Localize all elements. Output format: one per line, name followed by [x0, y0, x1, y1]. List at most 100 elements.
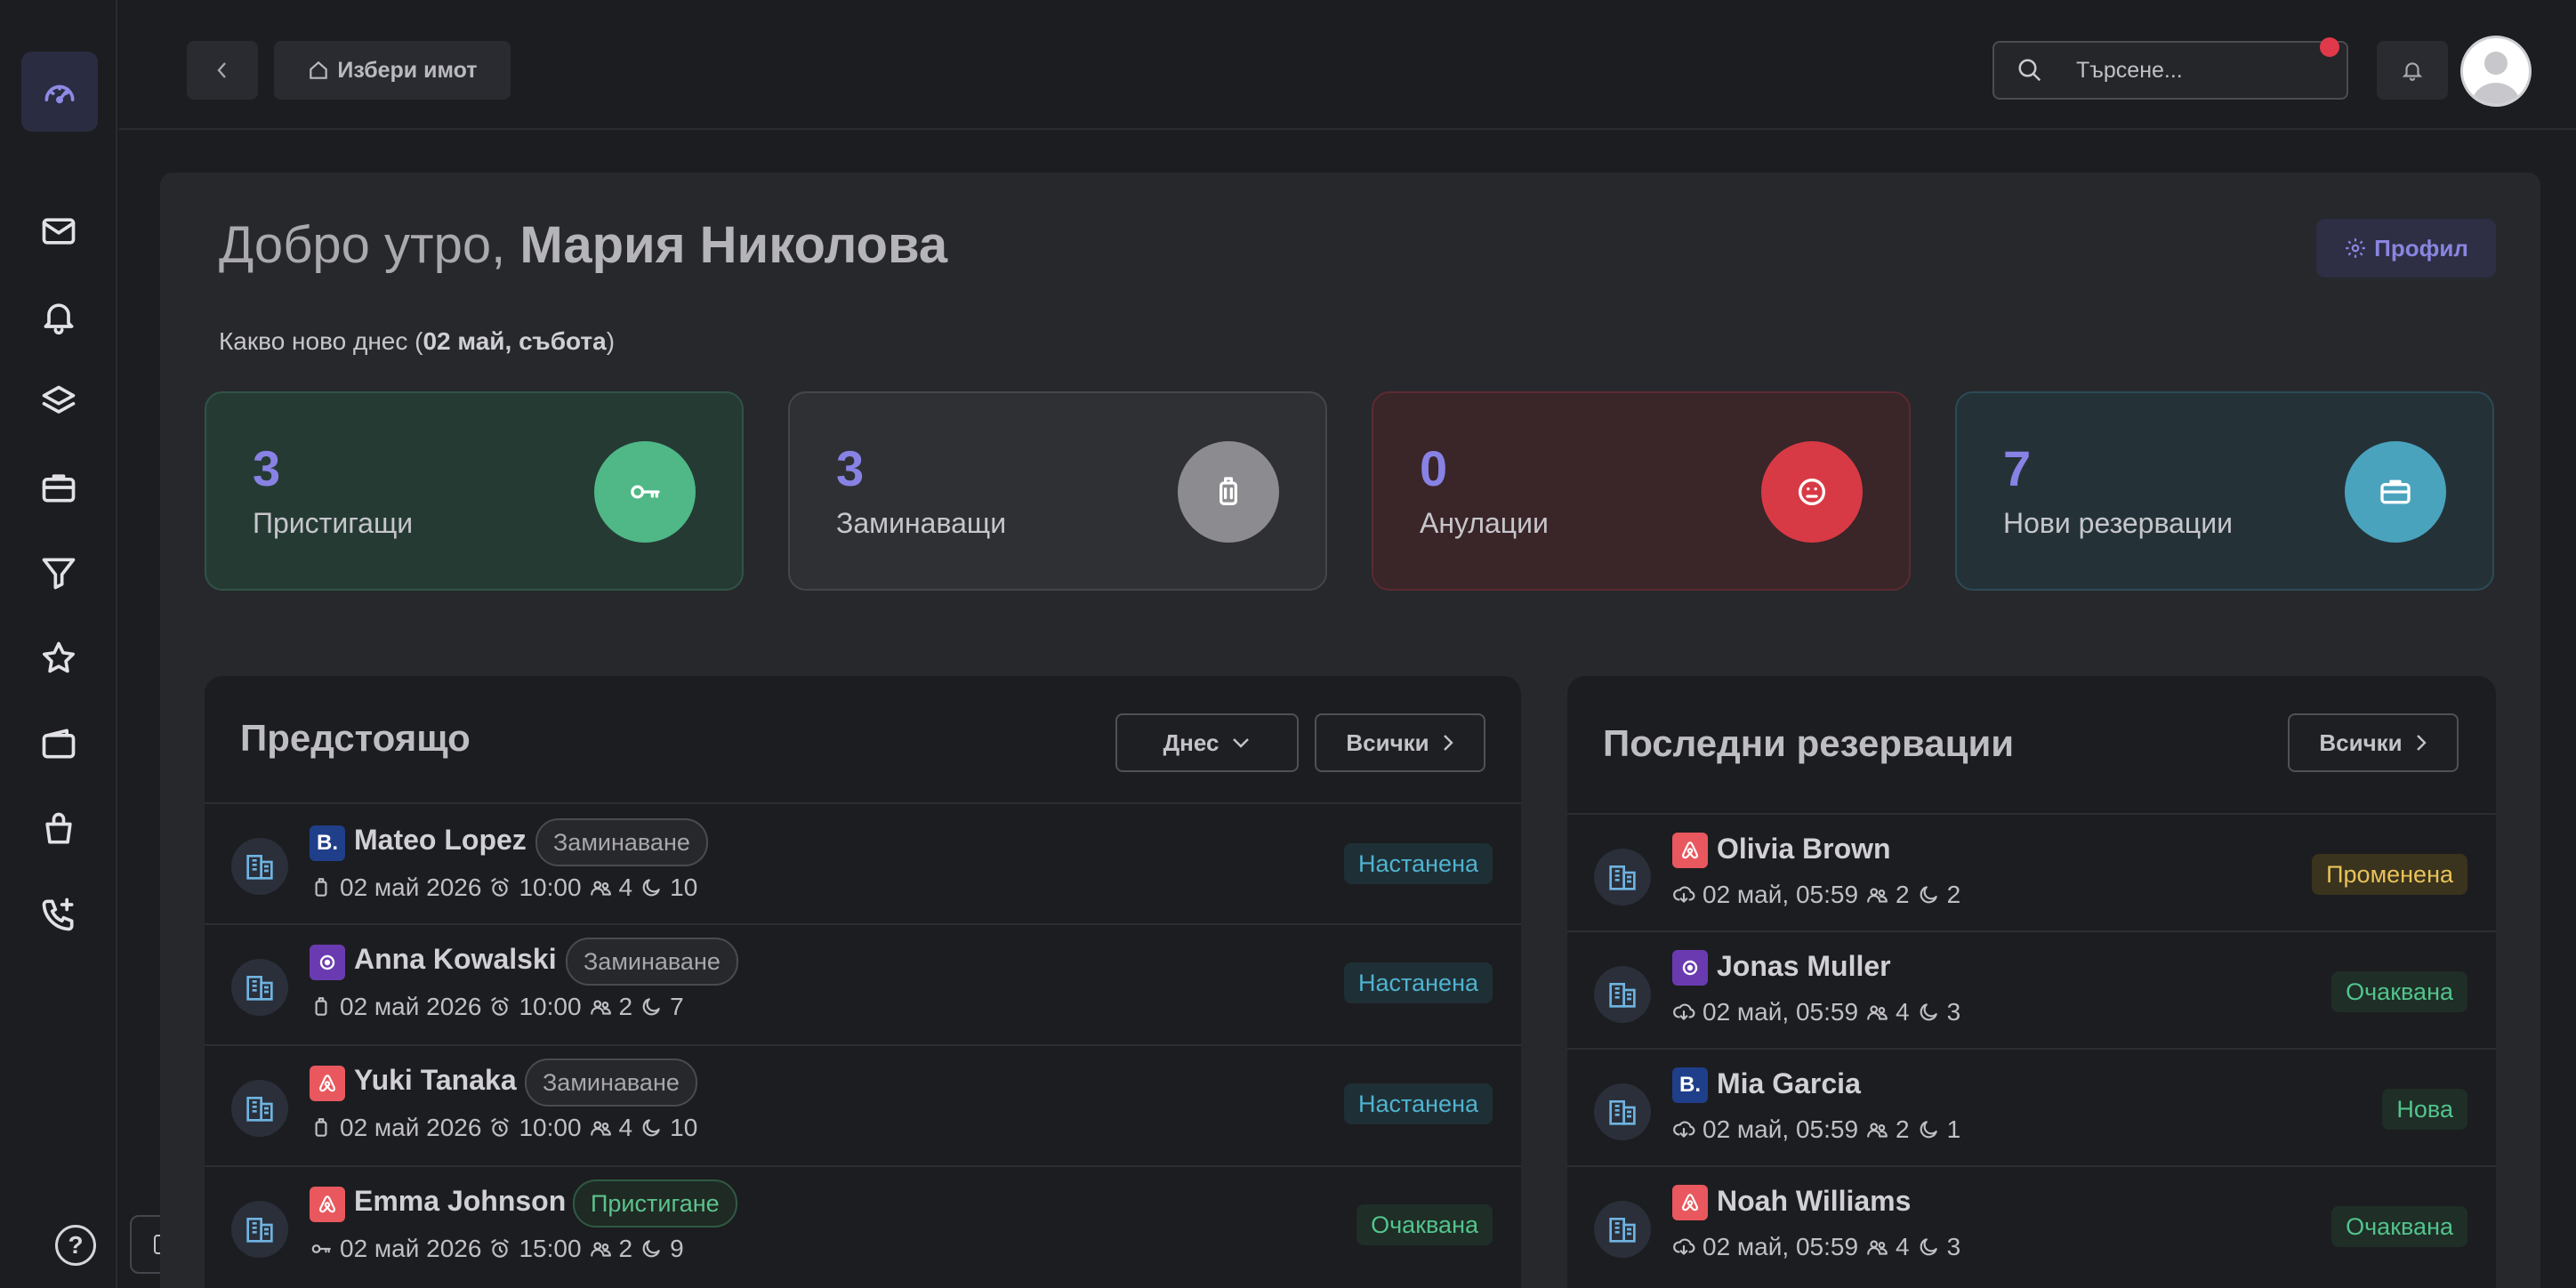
avatar[interactable]	[2460, 36, 2532, 107]
date: 02 май, 05:59	[1703, 998, 1859, 1026]
recent-row[interactable]: Jonas Muller 02 май, 05:59 4 3 Очаквана	[1567, 930, 2496, 1048]
key-icon	[311, 1244, 331, 1253]
building-icon	[1594, 849, 1651, 906]
moon-icon	[642, 879, 660, 897]
guests: 2	[1896, 881, 1910, 908]
booking-meta: 02 май, 05:59 4 3	[1672, 1233, 1960, 1261]
back-button[interactable]	[187, 41, 258, 100]
mail-icon[interactable]	[34, 206, 84, 256]
nights: 1	[1946, 1115, 1961, 1143]
luggage-icon	[315, 878, 327, 897]
guest-name: Emma Johnson	[354, 1185, 567, 1217]
chevron-left-icon	[217, 62, 226, 78]
help-icon[interactable]: ?	[55, 1225, 96, 1266]
moon-icon	[642, 1240, 660, 1258]
status-badge: Настанена	[1344, 843, 1493, 884]
guests: 4	[618, 1114, 633, 1141]
recent-row[interactable]: B. Mia Garcia 02 май, 05:59 2 1 Нова	[1567, 1048, 2496, 1165]
dashboard-icon[interactable]	[21, 52, 98, 132]
briefcase-icon	[2345, 441, 2446, 543]
upcoming-all-button[interactable]: Всички	[1315, 713, 1485, 772]
cloud-download-icon	[1673, 1121, 1695, 1138]
date: 02 май 2026	[340, 873, 482, 901]
nights: 7	[670, 993, 684, 1020]
greeting: Добро утро, Мария Николова	[219, 215, 947, 275]
luggage-icon	[315, 1118, 327, 1137]
phone-add-icon[interactable]	[34, 890, 84, 939]
status-badge: Настанена	[1344, 962, 1493, 1003]
recent-all-button[interactable]: Всички	[2288, 713, 2459, 772]
search-icon	[2018, 59, 2041, 82]
users-icon	[1867, 1240, 1888, 1255]
stat-label: Нови резервации	[2003, 507, 2233, 539]
booking-icon: B.	[310, 825, 345, 861]
stat-value: 3	[836, 440, 865, 496]
users-icon	[590, 1121, 611, 1136]
cloud-download-icon	[1673, 1003, 1695, 1020]
guests: 2	[1896, 1115, 1910, 1143]
stat-value: 7	[2003, 440, 2032, 496]
profile-button[interactable]: Профил	[2316, 219, 2496, 278]
time: 10:00	[519, 1114, 582, 1141]
shopping-bag-icon[interactable]	[34, 804, 84, 854]
sidebar: ?	[0, 0, 117, 1288]
period-value: Днес	[1163, 729, 1220, 756]
upcoming-row[interactable]: Anna Kowalski Заминаване 02 май 2026 10:…	[205, 923, 1521, 1044]
bell-icon[interactable]	[34, 292, 84, 342]
search-input[interactable]	[2065, 57, 2323, 84]
guests: 4	[1896, 998, 1910, 1026]
choose-property-button[interactable]: Избери имот	[274, 41, 511, 100]
nights: 3	[1946, 998, 1961, 1026]
guests: 4	[1896, 1233, 1910, 1260]
guests: 2	[618, 1235, 633, 1262]
booking-meta: 02 май 2026 10:00 4 10	[310, 873, 697, 902]
bell-icon	[2402, 62, 2423, 81]
upcoming-title: Предстоящо	[240, 717, 471, 759]
cloud-download-icon	[1673, 1238, 1695, 1255]
stat-card-new-bookings[interactable]: 7 Нови резервации	[1955, 391, 2494, 591]
building-icon	[231, 1201, 288, 1258]
user-name: Мария Николова	[519, 216, 948, 274]
guest-name: Jonas Muller	[1717, 950, 1891, 982]
stat-card-arrivals[interactable]: 3 Пристигащи	[205, 391, 744, 591]
users-icon	[1867, 1123, 1888, 1138]
upcoming-row[interactable]: Emma Johnson Пристигане 02 май 2026 15:0…	[205, 1165, 1521, 1286]
nights: 10	[670, 873, 698, 901]
source-icon	[1672, 950, 1708, 986]
filter-icon[interactable]	[34, 548, 84, 598]
period-select[interactable]: Днес	[1115, 713, 1299, 772]
upcoming-row[interactable]: Yuki Tanaka Заминаване 02 май 2026 10:00…	[205, 1044, 1521, 1165]
guest-name: Mia Garcia	[1717, 1067, 1861, 1099]
recent-bookings-card: Последни резервации Всички Olivia Brown …	[1567, 676, 2496, 1288]
layers-icon[interactable]	[34, 377, 84, 427]
stat-card-departures[interactable]: 3 Заминаващи	[788, 391, 1327, 591]
booking-meta: 02 май 2026 10:00 4 10	[310, 1114, 697, 1142]
time: 10:00	[519, 993, 582, 1020]
star-icon[interactable]	[34, 633, 84, 683]
stat-label: Пристигащи	[253, 507, 414, 539]
status-badge: Променена	[2312, 854, 2467, 895]
nights: 10	[670, 1114, 698, 1141]
briefcase-icon[interactable]	[34, 463, 84, 512]
recent-row[interactable]: Olivia Brown 02 май, 05:59 2 2 Променена	[1567, 813, 2496, 930]
stat-card-cancellations[interactable]: 0 Анулации	[1372, 391, 1911, 591]
status-badge: Очаквана	[2331, 1206, 2467, 1247]
status-badge: Очаквана	[2331, 971, 2467, 1012]
search-box[interactable]	[1992, 41, 2348, 100]
all-label: Всички	[2319, 729, 2403, 756]
guest-name: Olivia Brown	[1717, 833, 1891, 865]
today-summary: Какво ново днес (02 май, събота)	[219, 327, 615, 356]
recent-title: Последни резервации	[1603, 722, 2015, 764]
building-icon	[1594, 1201, 1651, 1258]
upcoming-row[interactable]: B. Mateo Lopez Заминаване 02 май 2026 10…	[205, 802, 1521, 923]
type-tag: Пристигане	[573, 1179, 737, 1228]
notifications-button[interactable]	[2377, 41, 2448, 100]
guests: 2	[618, 993, 633, 1020]
date: 02 май, 05:59	[1703, 881, 1859, 908]
home-icon	[310, 60, 328, 79]
building-icon	[1594, 966, 1651, 1023]
alarm-icon	[491, 1239, 510, 1258]
stat-label: Анулации	[1420, 507, 1549, 539]
recent-row[interactable]: Noah Williams 02 май, 05:59 4 3 Очаквана	[1567, 1165, 2496, 1283]
wallet-icon[interactable]	[34, 719, 84, 769]
